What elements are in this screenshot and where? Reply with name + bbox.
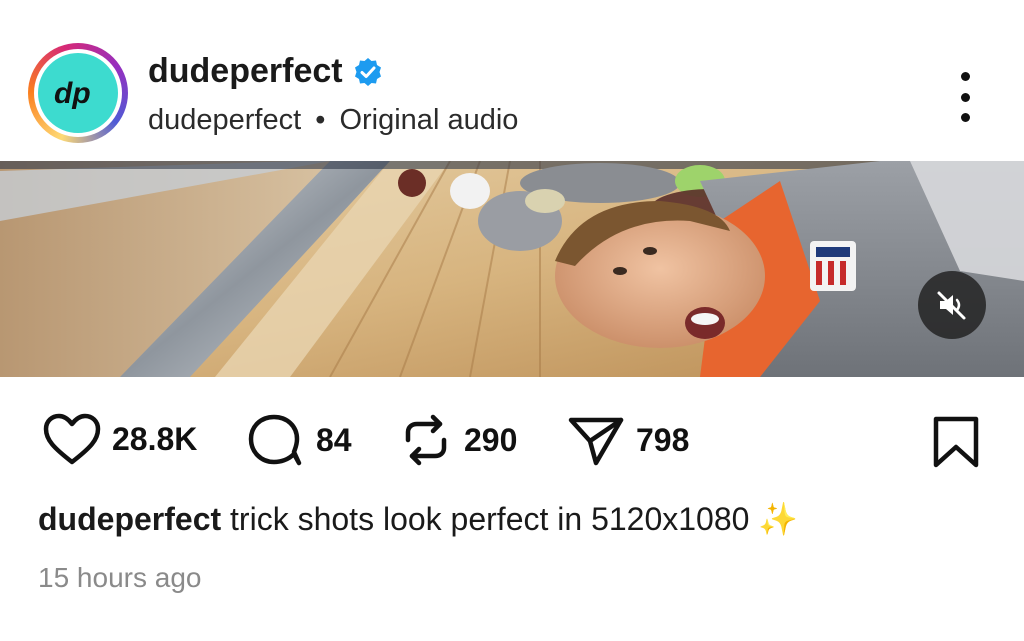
repost-action[interactable]: 290 bbox=[398, 412, 517, 468]
comment-action[interactable]: 84 bbox=[246, 412, 352, 468]
avatar-story-ring[interactable]: dp bbox=[28, 43, 128, 143]
audio-username[interactable]: dudeperfect bbox=[148, 104, 301, 136]
caption-text: trick shots look perfect in 5120x1080 bbox=[230, 501, 750, 537]
more-vertical-icon[interactable] bbox=[950, 72, 980, 122]
video-frame bbox=[0, 161, 1024, 377]
svg-text:dp: dp bbox=[54, 77, 91, 110]
audio-line[interactable]: dudeperfect • Original audio bbox=[148, 104, 518, 137]
share-icon[interactable] bbox=[566, 412, 626, 468]
video-player[interactable] bbox=[0, 161, 1024, 377]
caption-username[interactable]: dudeperfect bbox=[38, 501, 221, 537]
post-header: dp dudeperfect dudeperfect • Original au… bbox=[0, 0, 1024, 160]
like-action[interactable]: 28.8K bbox=[42, 412, 197, 466]
likes-count[interactable]: 28.8K bbox=[112, 421, 197, 458]
audio-label[interactable]: Original audio bbox=[339, 104, 518, 136]
post-username[interactable]: dudeperfect bbox=[148, 52, 343, 91]
share-action[interactable]: 798 bbox=[566, 412, 689, 468]
post-timestamp: 15 hours ago bbox=[38, 562, 202, 593]
comment-icon[interactable] bbox=[246, 412, 306, 468]
avatar[interactable]: dp bbox=[38, 53, 118, 133]
separator-dot: • bbox=[315, 104, 326, 136]
shares-count[interactable]: 798 bbox=[636, 422, 689, 459]
heart-icon[interactable] bbox=[42, 412, 102, 466]
comments-count[interactable]: 84 bbox=[316, 422, 352, 459]
post-actions-bar: 28.8K 84 290 798 bbox=[0, 400, 1024, 480]
post-username-row: dudeperfect bbox=[148, 52, 383, 91]
bookmark-button[interactable] bbox=[928, 414, 984, 470]
post-caption: dudeperfect trick shots look perfect in … bbox=[38, 500, 798, 538]
bookmark-icon[interactable] bbox=[928, 414, 984, 470]
repost-icon[interactable] bbox=[398, 412, 454, 468]
mute-toggle-button[interactable] bbox=[918, 271, 986, 339]
verified-badge-icon bbox=[354, 57, 381, 86]
sparkles-emoji: ✨ bbox=[758, 501, 799, 537]
speaker-muted-icon bbox=[937, 291, 966, 320]
dp-logo: dp bbox=[54, 77, 91, 110]
reposts-count[interactable]: 290 bbox=[464, 422, 517, 459]
